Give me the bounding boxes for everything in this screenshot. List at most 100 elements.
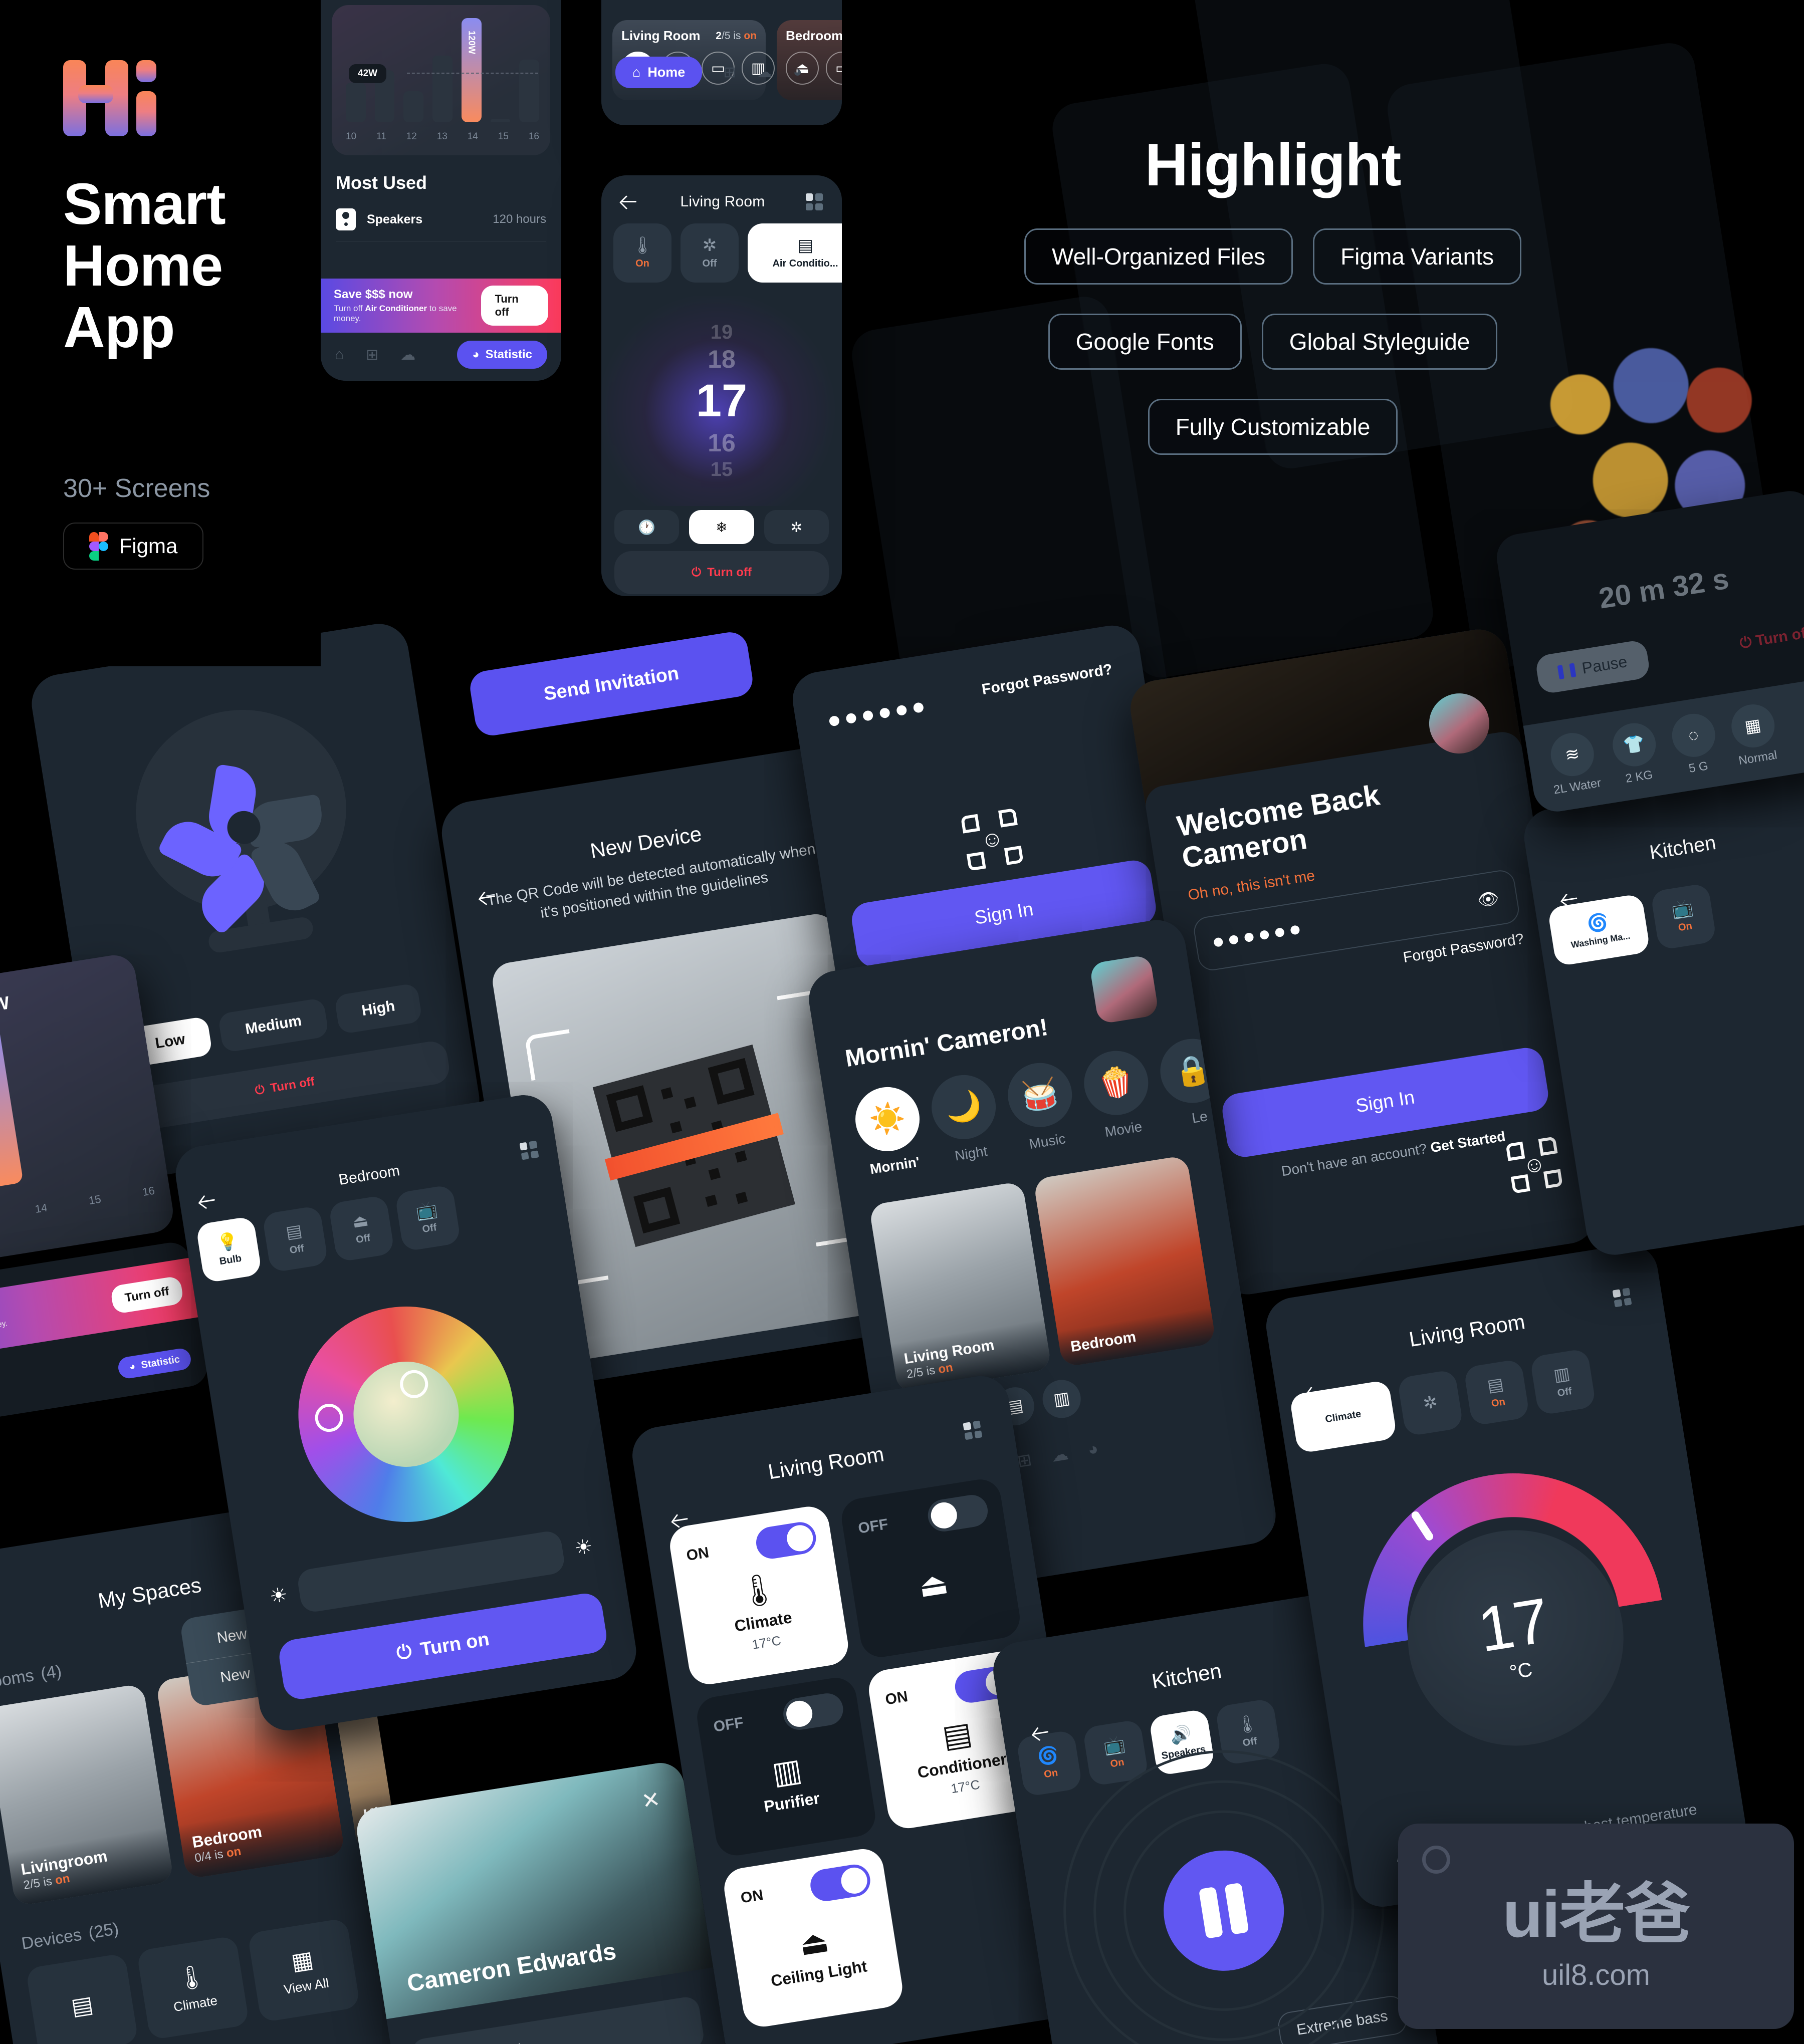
scene-movie[interactable]: 🍿 Movie xyxy=(1079,1046,1157,1142)
scene-night[interactable]: 🌙 Night xyxy=(927,1070,1004,1167)
pause-button[interactable]: Pause xyxy=(1534,639,1651,695)
grid-view-icon[interactable] xyxy=(805,193,823,210)
get-started-link[interactable]: Get Started xyxy=(1429,1128,1506,1155)
grid-view-icon[interactable] xyxy=(1612,1288,1632,1308)
color-handle[interactable] xyxy=(313,1402,345,1434)
chip-fan[interactable]: ✲ xyxy=(1397,1369,1464,1437)
chip-ceiling-light[interactable]: ⏏ Off xyxy=(328,1194,395,1262)
chip-thermometer[interactable]: 🌡 On xyxy=(613,223,671,283)
nav-home[interactable]: ⌂ Home xyxy=(615,56,703,88)
tab-statistic[interactable]: ◕ Statistic xyxy=(457,341,547,369)
room-status-word: on xyxy=(937,1360,954,1377)
send-invitation-button[interactable]: Send Invitation xyxy=(468,629,755,738)
chip-bulb[interactable]: 💡 Bulb xyxy=(195,1215,263,1284)
room-card-living-room[interactable]: Living Room 2/5 is on xyxy=(868,1181,1052,1394)
washing-machine-icon: 🌀 xyxy=(1036,1744,1060,1767)
tile-ceiling-light[interactable]: ON ⏏ Ceiling Light xyxy=(721,1846,906,2030)
weather-icon[interactable]: ☁ xyxy=(1050,1443,1070,1466)
weather-icon[interactable]: ☁ xyxy=(400,346,415,364)
temp-option[interactable]: 19 xyxy=(711,321,733,344)
chip-label: Bulb xyxy=(218,1252,243,1267)
figma-badge[interactable]: Figma xyxy=(63,522,203,570)
avatar[interactable] xyxy=(1089,954,1160,1025)
device-card-climate[interactable]: 🌡 Climate xyxy=(136,1935,250,2040)
back-icon[interactable] xyxy=(1560,889,1582,910)
face-id-icon[interactable]: ☺ xyxy=(960,808,1024,871)
add-icon[interactable]: ⊞ xyxy=(366,346,378,364)
back-icon[interactable] xyxy=(620,192,639,211)
forgot-password-link[interactable]: Forgot Password? xyxy=(981,661,1113,698)
app-logo-icon xyxy=(63,60,156,136)
chip-tv[interactable]: 📺 On xyxy=(1650,883,1717,950)
option-water[interactable]: ≋ 2L Water xyxy=(1545,729,1603,797)
chip-fan[interactable]: ✲ Off xyxy=(681,223,739,283)
temp-option[interactable]: 18 xyxy=(708,345,736,374)
mode-timer[interactable]: 🕐 xyxy=(614,510,680,544)
screens-count: 30+ Screens xyxy=(63,473,210,503)
grid-view-icon[interactable] xyxy=(519,1140,539,1160)
temp-selected: 17 xyxy=(696,375,748,426)
option-label: 2L Water xyxy=(1552,776,1602,797)
pie-chart-icon: ◕ xyxy=(128,1360,136,1373)
weather-icon[interactable]: ☁ xyxy=(757,64,772,81)
home-icon[interactable]: ⌂ xyxy=(335,346,344,363)
back-icon[interactable] xyxy=(1031,1722,1053,1743)
temp-option[interactable]: 16 xyxy=(708,428,736,457)
chip-purifier[interactable]: ▥ Off xyxy=(1529,1348,1597,1416)
tab-statistic[interactable]: ◕ Statistic xyxy=(116,1347,192,1380)
bottom-tabbar: ⌂ ⊞ ☁ ◕ Statistic xyxy=(321,333,561,377)
tile-light[interactable]: OFF ⏏ xyxy=(838,1476,1023,1660)
device-card-air-conditioner[interactable]: ▤ xyxy=(25,1953,139,2044)
brightness-slider[interactable] xyxy=(296,1529,566,1614)
room-name: Bedroom xyxy=(786,28,842,43)
back-icon[interactable] xyxy=(670,1509,692,1530)
scene-label: Movie xyxy=(1103,1118,1144,1140)
chip-air-conditioner[interactable]: ▤ Off xyxy=(262,1205,329,1273)
room-card-bedroom[interactable]: Bedroom xyxy=(1033,1155,1216,1368)
chip-tv[interactable]: 📺 Off xyxy=(394,1184,462,1252)
tile-climate[interactable]: ON 🌡 Climate 17°C xyxy=(667,1503,851,1687)
room-card-livingroom[interactable]: Livingroom 2/5 is on xyxy=(0,1683,174,1907)
air-conditioner-icon: ▤ xyxy=(1486,1374,1505,1396)
back-icon[interactable] xyxy=(1304,1382,1326,1403)
color-wheel[interactable] xyxy=(283,1291,530,1538)
mode-fan[interactable]: ✲ xyxy=(764,510,829,544)
turn-off-button[interactable]: ⏻ Turn off xyxy=(1738,624,1804,652)
back-icon[interactable] xyxy=(478,886,499,908)
eye-icon[interactable]: 👁 xyxy=(1476,888,1501,911)
temperature-dial[interactable]: 17 °C xyxy=(1291,1426,1715,1761)
air-conditioner-icon: ▤ xyxy=(940,1715,975,1754)
option-mode[interactable]: ▦ Normal xyxy=(1728,701,1780,769)
add-icon[interactable]: ⊞ xyxy=(723,64,736,81)
page-title: Bedroom xyxy=(337,1162,401,1189)
promo-turn-off-button[interactable]: Turn off xyxy=(110,1275,184,1315)
turn-off-button[interactable]: ⏻ Turn off xyxy=(614,551,829,594)
pie-chart-icon[interactable]: ◕ xyxy=(793,64,802,81)
guide-corner-icon xyxy=(524,1029,576,1081)
chip-air-conditioner[interactable]: ▤ On xyxy=(1463,1359,1530,1426)
chip-label: Washing Ma... xyxy=(1570,930,1631,950)
most-used-row[interactable]: Speakers 120 hours xyxy=(336,208,546,242)
scene-music[interactable]: 🥁 Music xyxy=(1003,1058,1080,1155)
bulb-icon: 💡 xyxy=(215,1230,240,1253)
promo-title: Save $$$ now xyxy=(334,288,413,301)
option-load[interactable]: 👕 2 KG xyxy=(1609,720,1662,787)
promo-subtitle: Conditioner to save money. xyxy=(0,1319,9,1343)
back-icon[interactable] xyxy=(197,1190,219,1212)
device-card-view-all[interactable]: ▦ View All xyxy=(247,1918,361,2023)
close-icon[interactable]: ✕ xyxy=(640,1786,662,1815)
mode-cool[interactable]: ❄ xyxy=(689,510,754,544)
pie-chart-icon[interactable]: ◕ xyxy=(1086,1439,1099,1460)
tile-purifier[interactable]: OFF ▥ Purifier xyxy=(694,1675,878,1859)
turn-on-label: Turn on xyxy=(418,1628,491,1660)
temp-option[interactable]: 15 xyxy=(711,458,733,481)
purifier-icon[interactable]: ▥ xyxy=(1040,1377,1084,1421)
tile-state: ON xyxy=(685,1544,711,1565)
scene-mornin[interactable]: ☀️ Mornin' xyxy=(850,1082,928,1179)
temperature-picker[interactable]: 19 18 17 16 15 xyxy=(601,296,842,506)
option-spin[interactable]: ◌ 5 G xyxy=(1669,710,1721,778)
promo-turn-off-button[interactable]: Turn off xyxy=(481,286,548,326)
grid-view-icon[interactable] xyxy=(963,1420,983,1440)
face-id-icon[interactable]: ☺ xyxy=(1505,1136,1563,1194)
chip-air-conditioner[interactable]: ▤ Air Conditio... xyxy=(748,223,842,283)
